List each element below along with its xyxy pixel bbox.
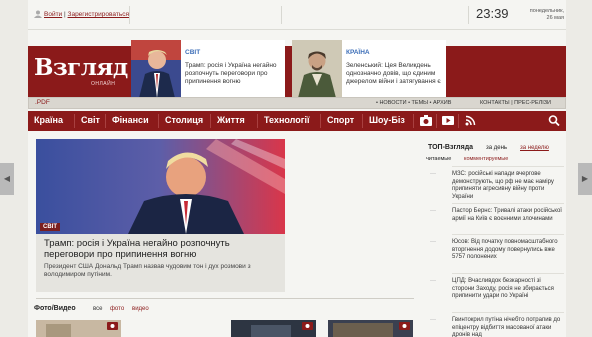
- register-link[interactable]: Зарегистрироваться: [68, 11, 129, 18]
- top-bar: Войти | Зарегистрироваться 23:39 понедел…: [28, 0, 566, 30]
- nav-item[interactable]: Технології: [264, 115, 310, 125]
- hero-article[interactable]: СВІТ Трамп: росія і Україна негайно розп…: [36, 139, 285, 292]
- nav-item[interactable]: Спорт: [327, 115, 354, 125]
- pv-tab-all[interactable]: все: [93, 306, 102, 312]
- list-item[interactable]: ЦПД: Вчасливдок безкарності зі сторони З…: [430, 273, 564, 301]
- top-tab-read[interactable]: читаемые: [426, 156, 451, 162]
- nav-divider: [158, 114, 159, 128]
- list-item[interactable]: Пастор Бернс: Тривалі атаки російської а…: [430, 203, 564, 223]
- rss-icon[interactable]: [465, 115, 477, 126]
- video-icon[interactable]: [442, 115, 454, 126]
- hero-title[interactable]: Трамп: росія і Україна негайно розпочнут…: [44, 238, 279, 260]
- promo-card[interactable]: КРАЇНА Зеленський: Цея Великдень однозна…: [292, 40, 446, 98]
- camera-icon: [399, 322, 410, 330]
- list-item[interactable]: Юсов: Від початку повномасштабного вторг…: [430, 234, 564, 262]
- top-tab-commented[interactable]: комментируемые: [464, 156, 508, 162]
- nav-divider: [105, 114, 106, 128]
- user-icon: [34, 10, 42, 18]
- nav-item[interactable]: Фінанси: [112, 115, 149, 125]
- site-header: Взгляд ОНЛАЙН СВІТ Трамп: росія і Україн…: [28, 40, 566, 98]
- promo-text: Зеленський: Цея Великдень однозначно дов…: [346, 62, 441, 85]
- auth-separator: |: [64, 11, 66, 18]
- clock-date: понедельник, 26 мая: [514, 8, 564, 22]
- top-tab-week[interactable]: за неделю: [520, 145, 549, 151]
- date: 26 мая: [546, 15, 564, 21]
- sub-bar: .PDF • НОВОСТИ • ТЕМЫ • АРХИВ КОНТАКТЫ |…: [28, 97, 566, 109]
- hero-tag: СВІТ: [40, 223, 60, 231]
- pv-tab-video[interactable]: видео: [132, 306, 149, 312]
- logo-subtitle: ОНЛАЙН: [91, 81, 116, 87]
- photo-video-title: Фото/Видео: [34, 305, 76, 312]
- nav-divider: [362, 114, 363, 128]
- top-tab-day[interactable]: за день: [486, 145, 507, 151]
- site-logo[interactable]: Взгляд: [34, 54, 128, 81]
- camera-icon: [107, 322, 118, 330]
- nav-item[interactable]: Країна: [34, 115, 63, 125]
- promo-card[interactable]: СВІТ Трамп: росія і Україна негайно розп…: [131, 40, 285, 98]
- divider: [36, 298, 414, 299]
- nav-item[interactable]: Світ: [81, 115, 100, 125]
- promo-text: Трамп: росія і Україна негайно розпочнут…: [185, 62, 277, 85]
- pv-tab-photo[interactable]: фото: [110, 306, 124, 312]
- page: Войти | Зарегистрироваться 23:39 понедел…: [28, 0, 566, 337]
- prev-arrow-icon[interactable]: ◀: [0, 163, 14, 195]
- camera-icon[interactable]: [420, 115, 432, 126]
- auth-links: Войти | Зарегистрироваться: [44, 11, 129, 18]
- media-thumb[interactable]: [328, 320, 413, 337]
- media-thumb[interactable]: [36, 320, 121, 337]
- hero-subtitle: Президент США Дональд Трамп назвав чудов…: [44, 263, 251, 278]
- divider: [281, 6, 282, 24]
- camera-icon: [302, 322, 313, 330]
- nav-divider: [74, 114, 75, 128]
- promo-tag: КРАЇНА: [346, 49, 370, 56]
- top-title: ТОП-Взгляда: [428, 144, 474, 151]
- top-list: ТОП-Взгляда за день за неделю читаемые к…: [422, 139, 566, 337]
- nav-item[interactable]: Столиця: [165, 115, 203, 125]
- hero-image: [36, 139, 285, 234]
- promo-tag: СВІТ: [185, 49, 201, 56]
- nav-divider: [257, 114, 258, 128]
- media-thumb[interactable]: [231, 320, 316, 337]
- pdf-link[interactable]: .PDF: [35, 99, 50, 106]
- login-link[interactable]: Войти: [44, 11, 62, 18]
- search-icon[interactable]: [548, 115, 560, 126]
- weekday: понедельник,: [529, 8, 564, 14]
- sub-menu[interactable]: • НОВОСТИ • ТЕМЫ • АРХИВ: [376, 100, 451, 106]
- clock-time: 23:39: [476, 6, 509, 21]
- nav-divider: [413, 114, 414, 128]
- list-item[interactable]: Гвинтокрил путіна нічебто потрапив до еп…: [430, 312, 564, 337]
- next-arrow-icon[interactable]: ▶: [578, 163, 592, 195]
- divider: [468, 6, 469, 24]
- nav-item[interactable]: Шоу-Біз: [369, 115, 405, 125]
- divider: [129, 6, 130, 24]
- nav-divider: [210, 114, 211, 128]
- promo-image: [131, 40, 181, 98]
- nav-divider: [458, 114, 459, 128]
- nav-divider: [320, 114, 321, 128]
- nav-item[interactable]: Життя: [217, 115, 245, 125]
- nav-divider: [436, 114, 437, 128]
- main-nav: Країна Світ Фінанси Столиця Життя Технол…: [28, 111, 566, 131]
- promo-image: [292, 40, 342, 98]
- list-item[interactable]: МЗС: російські напади вчергове демонстру…: [430, 166, 564, 201]
- contacts-link[interactable]: КОНТАКТЫ | ПРЕС-РЕЛІЗИ: [480, 100, 551, 106]
